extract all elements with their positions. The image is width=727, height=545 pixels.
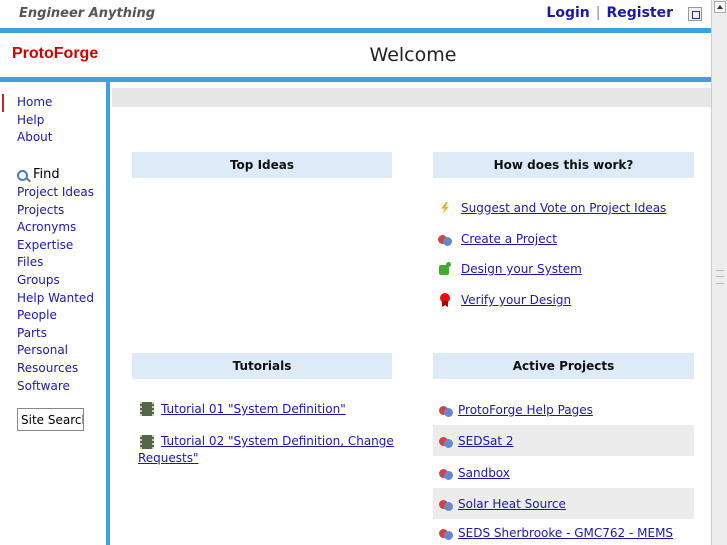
how-item-create[interactable]: Create a Project (438, 232, 557, 246)
register-link[interactable]: Register (606, 5, 673, 21)
active-project-item[interactable]: Sandbox (433, 457, 694, 488)
auth-links: Login | Register (546, 5, 673, 21)
gears-icon (439, 403, 453, 417)
sidebar-item-groups[interactable]: Groups (2, 272, 106, 290)
active-project-item[interactable]: Solar Heat Source (433, 488, 694, 519)
tutorial-item-label: Tutorial 01 "System Definition" (161, 402, 346, 416)
site-search-button[interactable]: Site Search (17, 408, 84, 431)
scroll-grip-icon[interactable] (716, 270, 724, 284)
film-icon (138, 435, 154, 449)
how-item-label: Verify your Design (461, 293, 572, 307)
tutorial-item-01[interactable]: Tutorial 01 "System Definition" (138, 402, 346, 416)
vertical-scrollbar[interactable] (711, 0, 727, 545)
sidebar: Home Help About Find Project Ideas Proje… (0, 82, 110, 545)
tutorial-item-02[interactable]: Tutorial 02 "System Definition, Change R… (138, 433, 398, 467)
sidebar-item-people[interactable]: People (2, 307, 106, 325)
sidebar-item-resources[interactable]: Resources (2, 360, 106, 378)
sidebar-item-acronyms[interactable]: Acronyms (2, 219, 106, 237)
tutorial-item-label: Tutorial 02 "System Definition, Change R… (138, 434, 394, 465)
scroll-up-arrow-icon[interactable] (714, 1, 726, 13)
active-project-label: Sandbox (458, 465, 510, 480)
magnifier-icon (17, 169, 28, 181)
sidebar-find-nav: Find Project Ideas Projects Acronyms Exp… (2, 166, 106, 395)
active-project-label: SEDS Sherbrooke - GMC762 - MEMS (458, 525, 674, 540)
tagline: Engineer Anything (19, 6, 155, 21)
page-title: Welcome (369, 44, 457, 66)
top-ideas-header: Top Ideas (132, 152, 392, 178)
gears-icon (439, 434, 453, 448)
how-item-label: Create a Project (461, 232, 557, 246)
gears-icon (438, 232, 452, 246)
sidebar-item-files[interactable]: Files (2, 254, 106, 272)
film-icon (138, 402, 154, 416)
sidebar-item-project-ideas[interactable]: Project Ideas (2, 184, 106, 202)
tutorials-header: Tutorials (132, 353, 392, 379)
active-project-label: ProtoForge Help Pages (458, 402, 593, 417)
active-project-item[interactable]: ProtoForge Help Pages (433, 394, 694, 425)
ribbon-icon (438, 293, 452, 307)
sidebar-item-parts[interactable]: Parts (2, 325, 106, 343)
how-it-works-header: How does this work? (433, 152, 694, 178)
content-top-strip (112, 88, 711, 107)
find-heading: Find (2, 166, 106, 184)
fullscreen-icon[interactable] (688, 7, 702, 21)
sidebar-main-nav: Home Help About (2, 94, 106, 147)
how-item-label: Suggest and Vote on Project Ideas (461, 201, 667, 215)
sidebar-item-projects[interactable]: Projects (2, 202, 106, 220)
lightning-icon (438, 201, 452, 215)
how-item-design[interactable]: Design your System (438, 262, 582, 276)
auth-separator: | (595, 5, 601, 21)
login-link[interactable]: Login (546, 5, 589, 21)
sidebar-item-help[interactable]: Help (2, 112, 106, 130)
how-item-suggest[interactable]: Suggest and Vote on Project Ideas (438, 201, 666, 215)
sidebar-item-software[interactable]: Software (2, 378, 106, 396)
top-bar: Engineer Anything Login | Register (0, 0, 711, 28)
sidebar-item-about[interactable]: About (2, 129, 106, 147)
sidebar-item-expertise[interactable]: Expertise (2, 237, 106, 255)
sidebar-item-help-wanted[interactable]: Help Wanted (2, 290, 106, 308)
gears-icon (439, 466, 453, 480)
puzzle-icon (438, 262, 452, 276)
main-content: Top Ideas How does this work? Suggest an… (110, 82, 711, 545)
active-project-item[interactable]: SEDS Sherbrooke - GMC762 - MEMS (433, 520, 694, 545)
gears-icon (439, 526, 453, 540)
sidebar-item-personal[interactable]: Personal (2, 342, 106, 360)
how-item-verify[interactable]: Verify your Design (438, 293, 571, 307)
find-label: Find (33, 167, 60, 182)
site-header: ProtoForge Welcome (0, 28, 711, 82)
active-projects-header: Active Projects (433, 353, 694, 379)
gears-icon (439, 497, 453, 511)
active-project-item[interactable]: SEDSat 2 (433, 425, 694, 456)
sidebar-item-home[interactable]: Home (2, 94, 106, 112)
how-item-label: Design your System (461, 262, 582, 276)
active-project-label: Solar Heat Source (458, 496, 566, 511)
active-project-label: SEDSat 2 (458, 433, 514, 448)
